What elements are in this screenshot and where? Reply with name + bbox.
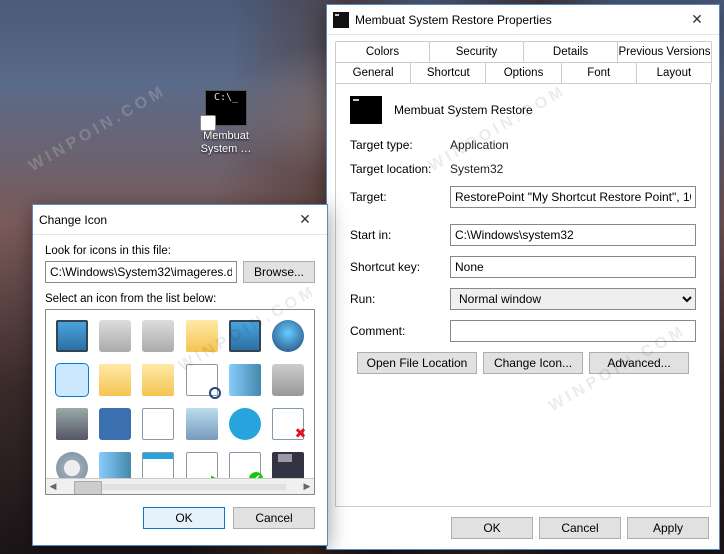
scroll-right-icon[interactable]: ▶ [300,481,314,492]
comment-input[interactable] [450,320,696,342]
value-target-type: Application [450,138,696,152]
start-in-input[interactable] [450,224,696,246]
tab-font[interactable]: Font [561,62,637,83]
apply-button[interactable]: Apply [627,517,709,539]
cmd-prompt-text: C:\_ [206,91,246,105]
properties-titlebar[interactable]: Membuat System Restore Properties ✕ [327,5,719,35]
cmd-icon: C:\_ [205,90,247,126]
run-select[interactable]: Normal window [450,288,696,310]
close-icon[interactable]: ✕ [283,205,327,235]
label-comment: Comment: [350,324,450,338]
icon-option-drive[interactable] [142,320,174,352]
icon-option-net[interactable] [272,320,304,352]
label-run: Run: [350,292,450,306]
icon-option-screen[interactable] [56,320,88,352]
shortcut-name: Membuat System Restore [394,103,533,117]
icon-option-drive[interactable] [99,320,131,352]
label-target-type: Target type: [350,138,450,152]
cancel-button[interactable]: Cancel [539,517,621,539]
cmd-icon [350,96,382,124]
icon-option-shield[interactable] [56,364,88,396]
tab-colors[interactable]: Colors [335,41,430,62]
icon-option-print[interactable] [272,364,304,396]
icon-option-chip[interactable] [56,408,88,440]
icon-option-doc[interactable] [142,408,174,440]
ok-button[interactable]: OK [143,507,225,529]
label-shortcut-key: Shortcut key: [350,260,450,274]
icon-option-help[interactable] [229,408,261,440]
icon-option-glass[interactable] [186,364,218,396]
cmd-icon [333,12,349,28]
tab-previous-versions[interactable]: Previous Versions [617,41,712,62]
icon-list[interactable]: ◀ ▶ [45,309,315,495]
icon-option-del[interactable] [272,408,304,440]
change-icon-title: Change Icon [39,213,107,227]
shortcut-key-input[interactable] [450,256,696,278]
label-target-location: Target location: [350,162,450,176]
change-icon-dialog: Change Icon ✕ Look for icons in this fil… [32,204,328,546]
browse-button[interactable]: Browse... [243,261,315,283]
look-for-icons-label: Look for icons in this file: [45,245,315,257]
tab-general[interactable]: General [335,62,411,83]
properties-dialog: Membuat System Restore Properties ✕ Colo… [326,4,720,550]
scroll-left-icon[interactable]: ◀ [46,481,60,492]
tab-shortcut[interactable]: Shortcut [410,62,486,83]
icon-option-lib[interactable] [229,364,261,396]
tab-details[interactable]: Details [523,41,618,62]
icon-option-folder[interactable] [142,364,174,396]
open-file-location-button[interactable]: Open File Location [357,352,477,374]
tab-security[interactable]: Security [429,41,524,62]
desktop-shortcut-label: Membuat System … [188,130,264,156]
tab-panel-shortcut: Membuat System Restore Target type: Appl… [335,83,711,507]
icon-path-input[interactable] [45,261,237,283]
label-target: Target: [350,190,450,204]
icon-option-merge[interactable] [186,408,218,440]
advanced-button[interactable]: Advanced... [589,352,689,374]
select-icon-label: Select an icon from the list below: [45,293,315,305]
horizontal-scrollbar[interactable]: ◀ ▶ [46,478,314,494]
tab-layout[interactable]: Layout [636,62,712,83]
change-icon-button[interactable]: Change Icon... [483,352,583,374]
cancel-button[interactable]: Cancel [233,507,315,529]
target-input[interactable] [450,186,696,208]
close-icon[interactable]: ✕ [675,5,719,35]
value-target-location: System32 [450,162,696,176]
properties-title: Membuat System Restore Properties [355,13,552,27]
icon-option-folder[interactable] [186,320,218,352]
icon-option-folder[interactable] [99,364,131,396]
desktop-shortcut[interactable]: C:\_ Membuat System … [188,90,264,156]
tab-options[interactable]: Options [485,62,561,83]
label-start-in: Start in: [350,228,450,242]
ok-button[interactable]: OK [451,517,533,539]
change-icon-titlebar[interactable]: Change Icon ✕ [33,205,327,235]
icon-option-screen[interactable] [229,320,261,352]
icon-option-puzzle[interactable] [99,408,131,440]
